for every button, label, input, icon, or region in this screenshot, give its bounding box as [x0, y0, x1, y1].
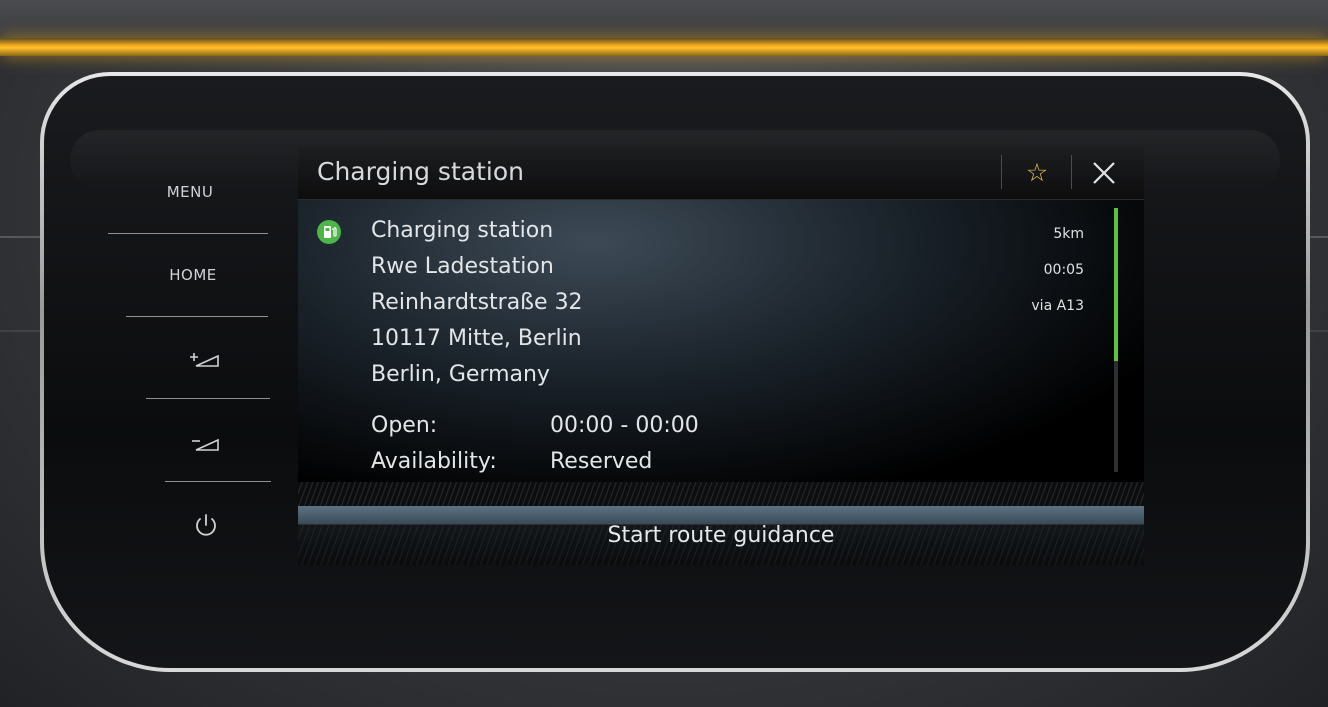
power-button[interactable] [146, 513, 266, 539]
poi-street: Reinhardtstraße 32 [371, 290, 583, 315]
poi-details: Charging station Rwe Ladestation Reinhar… [298, 200, 1144, 482]
close-icon [1093, 162, 1115, 184]
scrollbar[interactable] [1114, 208, 1118, 472]
scrollbar-thumb[interactable] [1114, 208, 1118, 361]
ambient-light-strip [0, 38, 1328, 56]
title-separator [1071, 155, 1072, 189]
volume-down-button[interactable] [146, 432, 266, 456]
display-screen: Charging station ☆ Charging station Rwe … [298, 147, 1144, 565]
poi-eta: 00:05 [1043, 262, 1084, 278]
open-hours-value: 00:00 - 00:00 [550, 413, 699, 438]
start-route-guidance-button[interactable]: Start route guidance [298, 506, 1144, 565]
start-route-guidance-label: Start route guidance [607, 523, 835, 548]
side-separator [165, 481, 271, 482]
menu-button[interactable]: MENU [130, 183, 250, 201]
availability-value: Reserved [550, 449, 653, 474]
page-title: Charging station [317, 157, 524, 186]
close-button[interactable] [1084, 153, 1124, 193]
side-separator [108, 233, 268, 234]
poi-route-via: via A13 [1031, 298, 1084, 314]
volume-up-icon [190, 353, 219, 367]
availability-label: Availability: [371, 449, 497, 474]
separator-pattern [298, 482, 1144, 508]
poi-name: Rwe Ladestation [371, 254, 554, 279]
favorite-button[interactable]: ☆ [1018, 155, 1056, 191]
volume-down-icon [192, 438, 219, 451]
home-button[interactable]: HOME [133, 266, 253, 284]
charging-station-icon [317, 220, 341, 244]
poi-category: Charging station [371, 218, 554, 243]
open-hours-label: Open: [371, 413, 438, 438]
title-separator [1001, 155, 1002, 189]
power-icon [196, 514, 216, 536]
poi-country: Berlin, Germany [371, 362, 550, 387]
dashboard-top-panel [0, 0, 1328, 40]
title-bar: Charging station ☆ [298, 147, 1144, 200]
volume-up-button[interactable] [146, 348, 266, 372]
side-separator [146, 398, 270, 399]
star-icon: ☆ [1025, 158, 1049, 187]
poi-city: 10117 Mitte, Berlin [371, 326, 582, 351]
poi-distance: 5km [1053, 226, 1084, 242]
side-separator [126, 316, 268, 317]
